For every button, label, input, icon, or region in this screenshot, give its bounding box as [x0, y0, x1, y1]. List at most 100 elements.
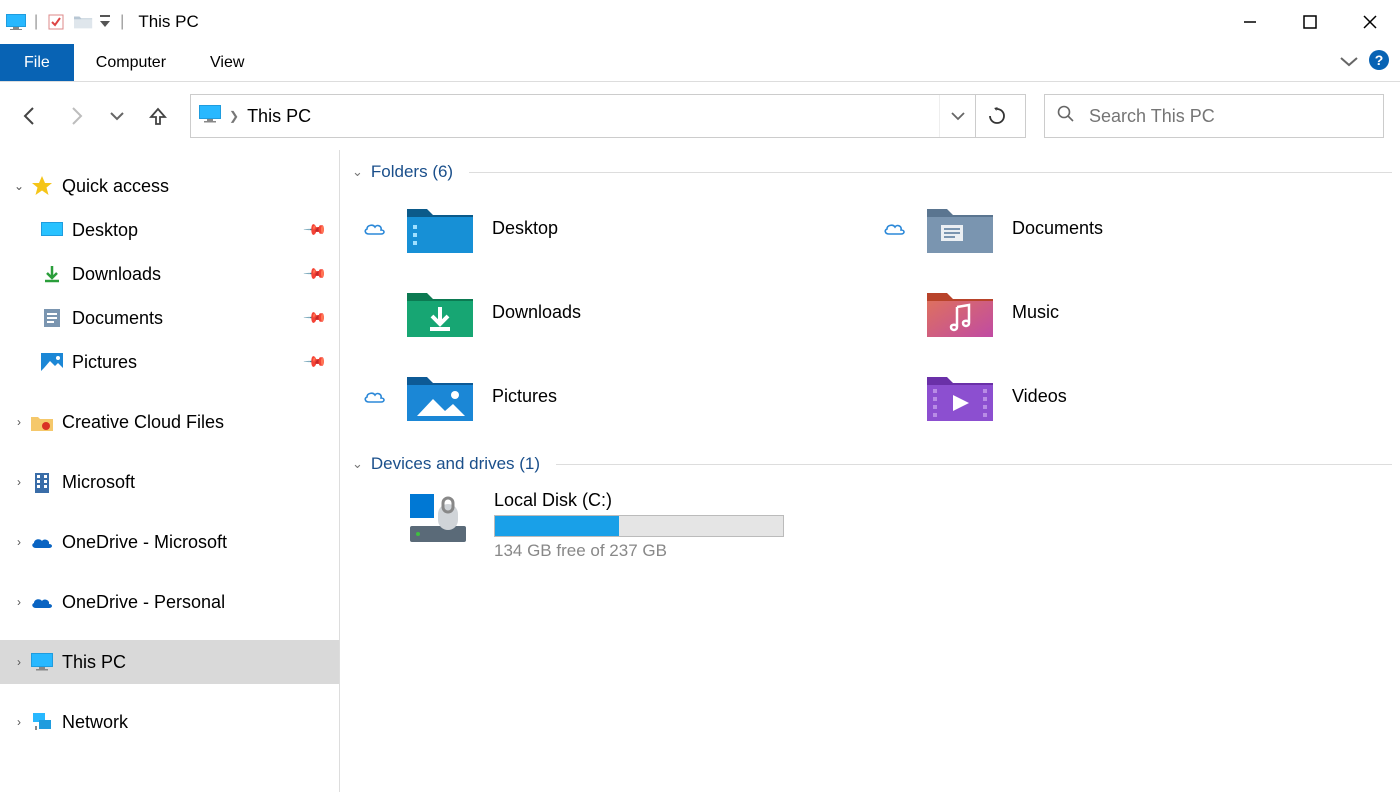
divider — [469, 172, 1392, 173]
chevron-down-icon[interactable]: ⌄ — [8, 179, 30, 193]
drive-icon — [408, 490, 480, 546]
sidebar-item-label: Creative Cloud Files — [62, 412, 224, 433]
sidebar-item-network[interactable]: › Network — [0, 700, 339, 744]
ribbon-right: ? — [1340, 44, 1400, 81]
sidebar-item-microsoft[interactable]: › Microsoft — [0, 460, 339, 504]
onedrive-icon — [30, 590, 54, 614]
help-icon[interactable]: ? — [1368, 49, 1390, 76]
folder-item-documents[interactable]: Documents — [872, 200, 1392, 256]
up-button[interactable] — [144, 102, 172, 130]
sidebar-item-label: This PC — [62, 652, 126, 673]
drive-info: Local Disk (C:) 134 GB free of 237 GB — [494, 490, 784, 561]
sidebar-quick-access[interactable]: ⌄ Quick access — [0, 164, 339, 208]
divider — [556, 464, 1392, 465]
sidebar-item-label: Downloads — [72, 264, 161, 285]
sidebar-item-documents[interactable]: Documents 📌 — [0, 296, 339, 340]
this-pc-icon — [6, 12, 26, 32]
close-button[interactable] — [1340, 0, 1400, 44]
ribbon-tab-view[interactable]: View — [188, 44, 266, 81]
videos-folder-icon — [924, 368, 996, 424]
pictures-folder-icon — [404, 368, 476, 424]
folder-item-pictures[interactable]: Pictures — [352, 368, 872, 424]
chevron-right-icon[interactable]: › — [8, 415, 30, 429]
folder-item-music[interactable]: Music — [872, 284, 1392, 340]
folder-item-downloads[interactable]: Downloads — [352, 284, 872, 340]
music-folder-icon — [924, 284, 996, 340]
onedrive-icon — [30, 530, 54, 554]
chevron-right-icon[interactable]: › — [8, 715, 30, 729]
documents-icon — [40, 306, 64, 330]
sidebar-item-onedrive-personal[interactable]: › OneDrive - Personal — [0, 580, 339, 624]
documents-folder-icon — [924, 200, 996, 256]
address-right — [939, 95, 1017, 137]
sidebar-item-label: Documents — [72, 308, 163, 329]
chevron-right-icon[interactable]: › — [8, 595, 30, 609]
pictures-icon — [40, 350, 64, 374]
refresh-button[interactable] — [975, 95, 1017, 137]
chevron-right-icon[interactable]: › — [8, 655, 30, 669]
folder-label: Documents — [1012, 218, 1103, 239]
folder-label: Music — [1012, 302, 1059, 323]
ribbon-file-tab[interactable]: File — [0, 44, 74, 81]
desktop-icon — [40, 218, 64, 242]
sidebar-item-creative-cloud[interactable]: › Creative Cloud Files — [0, 400, 339, 444]
sidebar-item-label: Microsoft — [62, 472, 135, 493]
qat-properties-icon[interactable] — [46, 12, 66, 32]
address-segment[interactable]: This PC — [247, 106, 311, 127]
drive-free-text: 134 GB free of 237 GB — [494, 541, 784, 561]
folder-label: Pictures — [492, 386, 557, 407]
window-controls — [1220, 0, 1400, 44]
folder-item-videos[interactable]: Videos — [872, 368, 1392, 424]
folders-grid: Desktop Documents Downloads — [352, 200, 1392, 424]
creative-cloud-icon — [30, 410, 54, 434]
titlebar-separator: | — [34, 13, 38, 31]
pin-icon: 📌 — [303, 305, 329, 331]
recent-locations-button[interactable] — [108, 102, 126, 130]
sidebar-item-pictures[interactable]: Pictures 📌 — [0, 340, 339, 384]
chevron-right-icon[interactable]: › — [8, 535, 30, 549]
ribbon-tab-computer[interactable]: Computer — [74, 44, 188, 81]
drives-group-header[interactable]: ⌄ Devices and drives (1) — [352, 454, 1392, 474]
sidebar-item-label: Network — [62, 712, 128, 733]
window-title: This PC — [138, 12, 198, 32]
search-icon — [1057, 105, 1075, 128]
address-bar[interactable]: ❯ This PC — [190, 94, 1026, 138]
qat-folder-icon[interactable] — [74, 12, 94, 32]
navbar: ❯ This PC — [0, 82, 1400, 150]
qat-dropdown-icon[interactable] — [98, 12, 112, 32]
folder-label: Videos — [1012, 386, 1067, 407]
drive-used-bar — [495, 516, 619, 536]
group-header-label: Devices and drives (1) — [371, 454, 540, 474]
cloud-status — [360, 221, 388, 236]
chevron-down-icon: ⌄ — [352, 456, 363, 472]
network-icon — [30, 710, 54, 734]
this-pc-icon — [30, 650, 54, 674]
ribbon-file-label: File — [24, 54, 50, 72]
address-history-button[interactable] — [939, 95, 975, 137]
folder-label: Downloads — [492, 302, 581, 323]
sidebar-item-onedrive-microsoft[interactable]: › OneDrive - Microsoft — [0, 520, 339, 564]
search-input[interactable] — [1089, 106, 1371, 127]
search-bar[interactable] — [1044, 94, 1384, 138]
ribbon: File Computer View ? — [0, 44, 1400, 82]
sidebar-item-this-pc[interactable]: › This PC — [0, 640, 339, 684]
pin-icon: 📌 — [303, 217, 329, 243]
sidebar: ⌄ Quick access Desktop 📌 Downloads 📌 — [0, 150, 340, 792]
folders-group-header[interactable]: ⌄ Folders (6) — [352, 162, 1392, 182]
sidebar-item-downloads[interactable]: Downloads 📌 — [0, 252, 339, 296]
cloud-status — [360, 389, 388, 404]
chevron-right-icon[interactable]: ❯ — [229, 109, 239, 123]
ribbon-collapse-icon[interactable] — [1340, 54, 1358, 72]
sidebar-item-desktop[interactable]: Desktop 📌 — [0, 208, 339, 252]
chevron-down-icon: ⌄ — [352, 164, 363, 180]
drive-item-c[interactable]: Local Disk (C:) 134 GB free of 237 GB — [352, 490, 1392, 561]
downloads-icon — [40, 262, 64, 286]
chevron-right-icon[interactable]: › — [8, 475, 30, 489]
maximize-button[interactable] — [1280, 0, 1340, 44]
minimize-button[interactable] — [1220, 0, 1280, 44]
sidebar-item-label: OneDrive - Personal — [62, 592, 225, 613]
folder-item-desktop[interactable]: Desktop — [352, 200, 872, 256]
sidebar-item-label: OneDrive - Microsoft — [62, 532, 227, 553]
back-button[interactable] — [16, 102, 44, 130]
forward-button[interactable] — [62, 102, 90, 130]
